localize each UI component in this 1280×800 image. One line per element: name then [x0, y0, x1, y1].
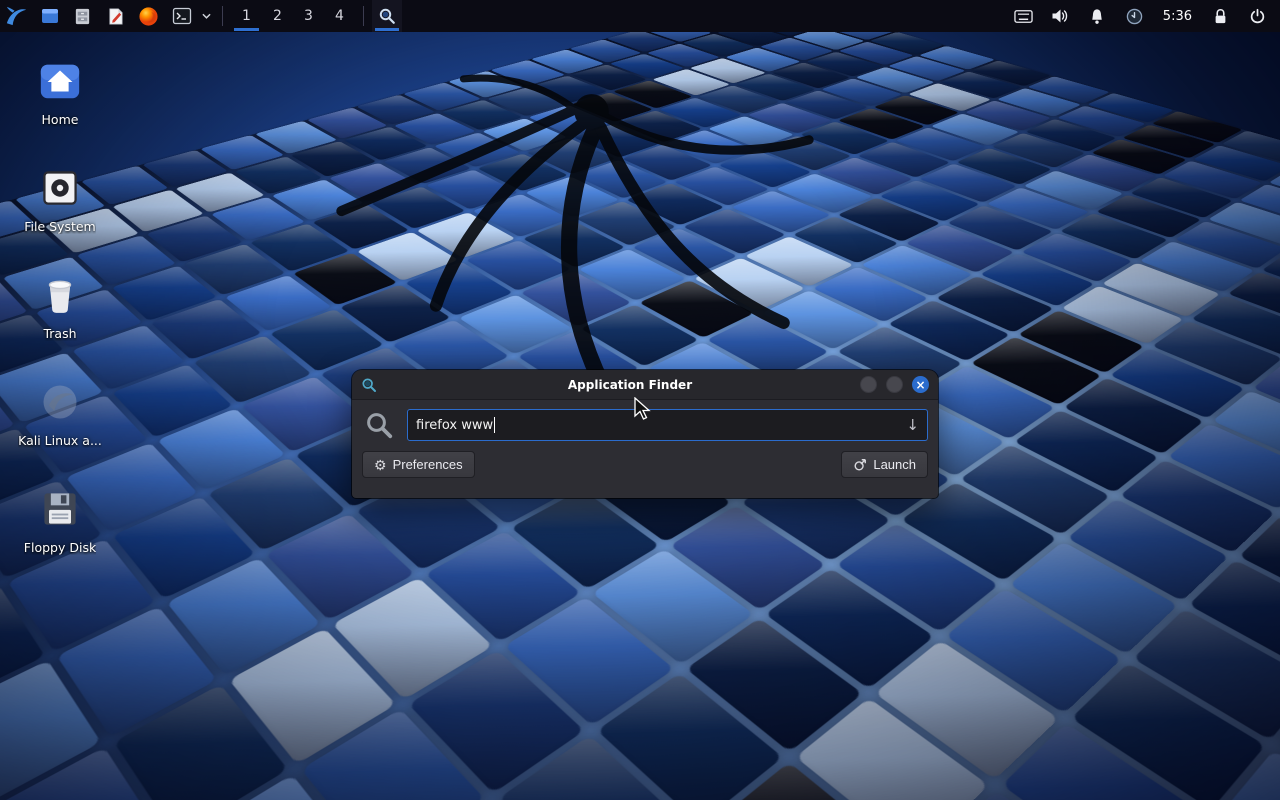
clock[interactable]: 5:36 — [1153, 9, 1202, 24]
search-input-value: firefox www — [416, 418, 493, 433]
app-finder-task-icon — [378, 7, 396, 25]
desktop-icon-trash[interactable]: Trash — [12, 266, 108, 373]
top-panel: 1 2 3 4 — [0, 0, 1280, 32]
file-cabinet-icon — [73, 7, 92, 26]
workspace-label: 3 — [304, 8, 313, 24]
desktop-icon-label: Floppy Disk — [24, 540, 96, 555]
workspace-label: 4 — [335, 8, 344, 24]
desktop-icon-column: Home File System Trash — [12, 52, 108, 587]
workspace-4-button[interactable]: 4 — [324, 0, 355, 32]
preferences-button[interactable]: ⚙ Preferences — [362, 451, 475, 478]
file-manager-launcher[interactable] — [33, 0, 66, 32]
window-controls: × — [860, 376, 929, 393]
terminal-icon — [172, 6, 192, 26]
terminal-launcher[interactable] — [165, 0, 198, 32]
application-finder-window: Application Finder × firefox www ↓ — [352, 370, 938, 498]
window-title: Application Finder — [412, 378, 848, 392]
file-manager-icon — [40, 6, 60, 26]
firefox-launcher[interactable] — [132, 0, 165, 32]
mouse-cursor — [633, 397, 653, 425]
update-indicator[interactable] — [1116, 0, 1153, 32]
desktop-icon-label: File System — [24, 219, 96, 234]
window-search-icon — [361, 377, 377, 393]
entry-dropdown-icon[interactable]: ↓ — [906, 418, 919, 433]
kali-link-icon — [36, 378, 84, 426]
volume-control[interactable] — [1042, 0, 1079, 32]
launch-label: Launch — [873, 457, 916, 472]
search-input[interactable]: firefox www ↓ — [407, 409, 928, 441]
minimize-button[interactable] — [860, 376, 877, 393]
close-icon: × — [915, 379, 925, 391]
desktop-icon-label: Home — [42, 112, 79, 127]
power-icon — [1249, 8, 1266, 25]
desktop-icon-home[interactable]: Home — [12, 52, 108, 159]
text-editor-launcher[interactable] — [99, 0, 132, 32]
file-system-drive-icon — [36, 164, 84, 212]
workspace-label: 2 — [273, 8, 282, 24]
close-button[interactable]: × — [912, 376, 929, 393]
bell-icon — [1089, 8, 1105, 25]
text-caret — [494, 417, 495, 433]
update-status-icon — [1126, 8, 1143, 25]
finder-actions: ⚙ Preferences Launch — [352, 445, 938, 488]
desktop: Home File System Trash — [0, 0, 1280, 800]
workspace-1-button[interactable]: 1 — [231, 0, 262, 32]
panel-left: 1 2 3 4 — [0, 0, 402, 32]
applications-menu-button[interactable] — [0, 0, 33, 32]
screen-lock[interactable] — [1202, 0, 1239, 32]
chevron-down-icon — [202, 13, 211, 19]
search-icon — [364, 410, 394, 440]
taskbar-application-finder[interactable] — [372, 0, 402, 32]
desktop-icon-label: Trash — [43, 326, 76, 341]
keyboard-icon — [1014, 10, 1033, 23]
home-folder-icon — [36, 57, 84, 105]
notifications[interactable] — [1079, 0, 1116, 32]
workspace-label: 1 — [242, 8, 251, 24]
workspace-3-button[interactable]: 3 — [293, 0, 324, 32]
launch-button[interactable]: Launch — [841, 451, 928, 478]
panel-separator — [222, 6, 223, 26]
file-cabinet-launcher[interactable] — [66, 0, 99, 32]
workspace-2-button[interactable]: 2 — [262, 0, 293, 32]
volume-icon — [1051, 8, 1069, 24]
launch-icon — [853, 458, 867, 472]
keyboard-indicator[interactable] — [1005, 0, 1042, 32]
preferences-label: Preferences — [393, 457, 463, 472]
desktop-icon-floppy-disk[interactable]: Floppy Disk — [12, 480, 108, 587]
kali-menu-icon — [4, 4, 29, 29]
session-power[interactable] — [1239, 0, 1276, 32]
desktop-icon-label: Kali Linux a... — [18, 433, 102, 448]
panel-separator — [363, 6, 364, 26]
firefox-icon — [138, 6, 159, 27]
floppy-disk-icon — [36, 485, 84, 533]
trash-icon — [36, 271, 84, 319]
titlebar[interactable]: Application Finder × — [352, 370, 938, 400]
lock-icon — [1213, 8, 1228, 25]
maximize-button[interactable] — [886, 376, 903, 393]
text-editor-icon — [106, 7, 125, 26]
panel-right: 5:36 — [1005, 0, 1280, 32]
desktop-icon-kali-docs[interactable]: Kali Linux a... — [12, 373, 108, 480]
terminal-dropdown-button[interactable] — [198, 0, 214, 32]
gear-icon: ⚙ — [374, 458, 387, 472]
desktop-icon-file-system[interactable]: File System — [12, 159, 108, 266]
